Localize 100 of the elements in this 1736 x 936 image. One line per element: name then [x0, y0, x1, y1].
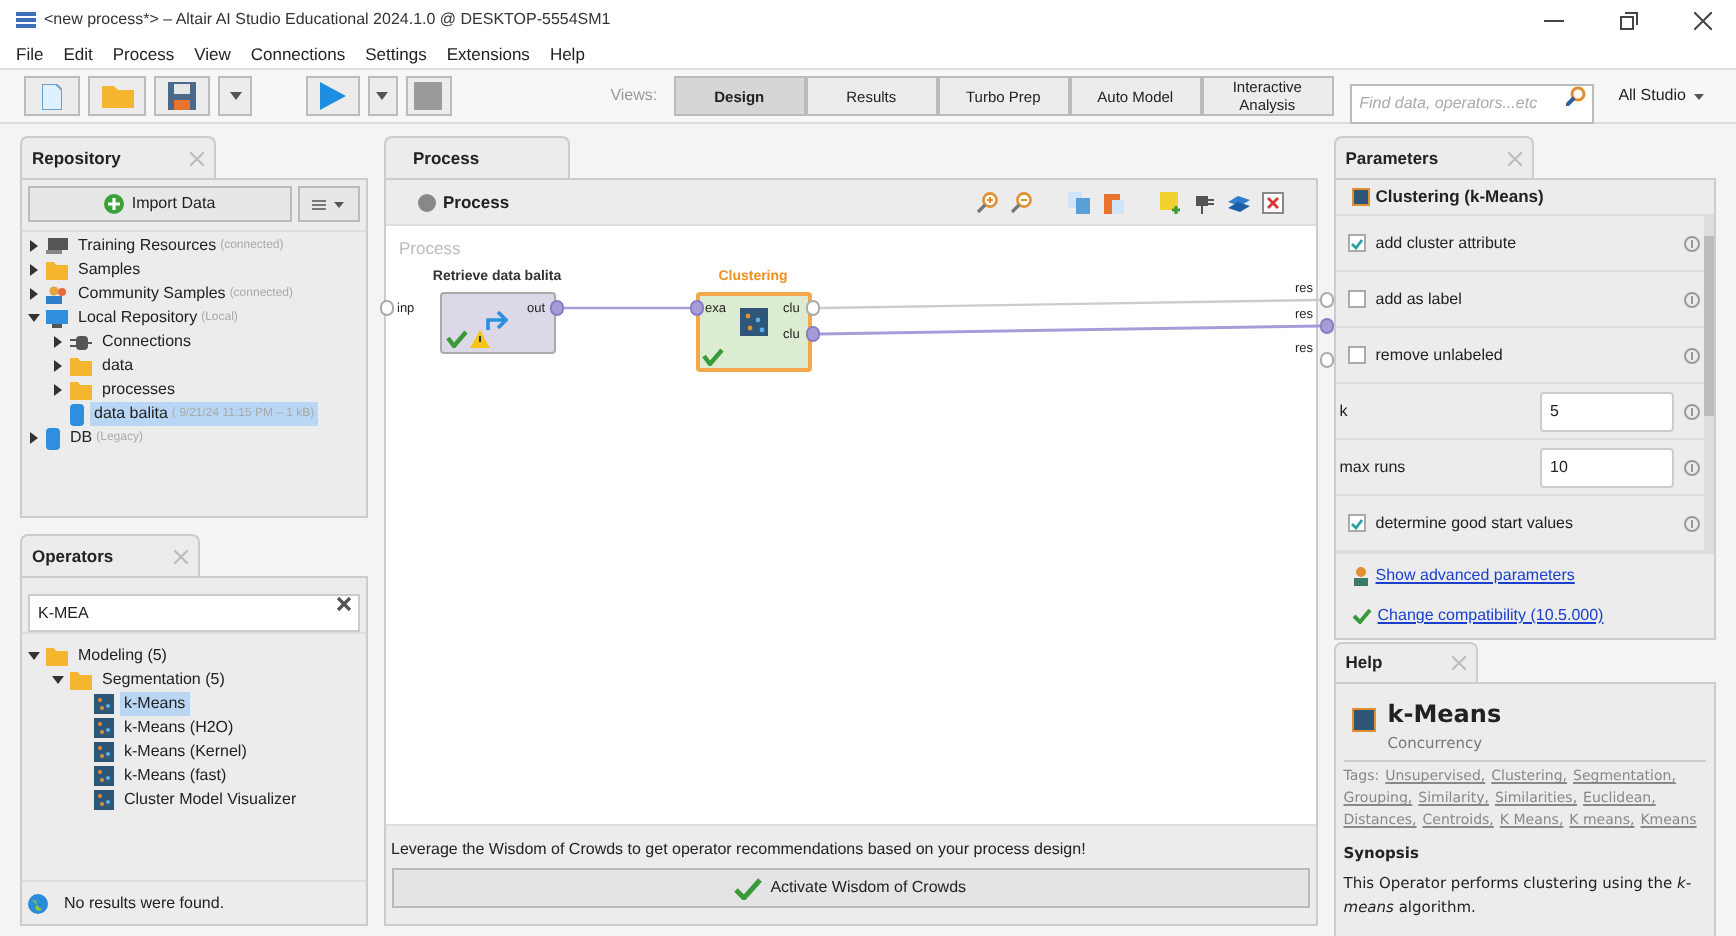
minimize-icon[interactable]	[1544, 19, 1564, 21]
process-tab[interactable]: Process	[383, 136, 569, 178]
menu-item[interactable]: Extensions	[446, 41, 530, 67]
tree-item-label[interactable]: data balita	[94, 402, 168, 426]
restore-icon[interactable]	[1620, 11, 1638, 29]
info-icon[interactable]	[1684, 459, 1700, 475]
menu-item[interactable]: View	[194, 41, 231, 67]
studio-dropdown[interactable]: All Studio	[1610, 76, 1712, 116]
sticky-note-icon[interactable]	[1159, 191, 1182, 213]
grid-icon[interactable]	[1261, 191, 1284, 213]
activate-wisdom-button[interactable]: Activate Wisdom of Crowds	[391, 868, 1310, 908]
info-icon[interactable]	[1684, 347, 1700, 363]
plus-icon	[103, 194, 124, 214]
import-data-button[interactable]: Import Data	[28, 186, 291, 222]
tree-item[interactable]: Segmentation (5)	[98, 668, 229, 692]
breadcrumb-link[interactable]: Process	[443, 189, 510, 215]
tree-item[interactable]: processes	[98, 378, 179, 402]
expand-arrow-icon[interactable]	[28, 288, 40, 300]
run-dropdown-button[interactable]	[367, 76, 398, 116]
help-tab[interactable]: Help	[1333, 642, 1478, 682]
advanced-parameters-link[interactable]: Show advanced parameters	[1375, 564, 1575, 588]
tree-item-label[interactable]: Local Repository	[78, 306, 198, 330]
tree-item[interactable]: data	[98, 354, 138, 378]
folder-icon	[46, 647, 68, 665]
expand-arrow-icon[interactable]	[52, 360, 64, 372]
scrollbar[interactable]	[1704, 216, 1714, 552]
paste-icon[interactable]	[1101, 191, 1124, 213]
parameters-tab[interactable]: Parameters	[1333, 136, 1534, 178]
expand-arrow-icon[interactable]	[52, 384, 64, 396]
caret-icon	[1693, 93, 1704, 99]
menu-item[interactable]: Connections	[250, 41, 346, 67]
number-field[interactable]: 10	[1540, 447, 1674, 487]
operator-node[interactable]	[439, 292, 555, 354]
menu-item[interactable]: Process	[112, 41, 175, 67]
scatter-icon	[739, 308, 767, 336]
info-icon[interactable]	[1684, 515, 1700, 531]
operator-search-field[interactable]: K-MEA	[28, 594, 359, 632]
checkbox[interactable]	[1347, 290, 1366, 308]
close-icon[interactable]	[1694, 11, 1712, 29]
port-icon[interactable]	[379, 300, 393, 316]
info-icon[interactable]	[1684, 403, 1700, 419]
expand-arrow-icon[interactable]	[28, 240, 40, 252]
collapse-arrow-icon[interactable]	[52, 674, 64, 686]
checkbox[interactable]	[1347, 346, 1366, 364]
parameter-label: add cluster attribute	[1375, 231, 1519, 255]
collapse-arrow-icon[interactable]	[28, 650, 40, 662]
check-icon	[734, 877, 763, 899]
expand-arrow-icon[interactable]	[52, 336, 64, 348]
tree-item-label[interactable]: DB	[70, 426, 93, 450]
tree-item[interactable]: k-Means	[120, 692, 190, 716]
parameter-label: max runs	[1339, 455, 1408, 479]
port-icon[interactable]	[1319, 318, 1333, 334]
tree-item[interactable]: k-Means (H2O)	[120, 716, 238, 740]
tree-item-label[interactable]: Training Resources	[78, 234, 217, 258]
compatibility-link[interactable]: Change compatibility (10.5.000)	[1377, 604, 1604, 628]
tree-item[interactable]: Connections	[98, 330, 195, 354]
folder-icon	[70, 381, 92, 399]
caret-icon	[334, 201, 344, 207]
port-icon[interactable]	[1319, 352, 1333, 368]
number-field[interactable]: 5	[1540, 391, 1674, 431]
tree-item-label[interactable]: Community Samples	[78, 282, 226, 306]
port-icon[interactable]	[689, 300, 703, 316]
caret-icon	[376, 92, 389, 100]
collapse-arrow-icon[interactable]	[28, 312, 40, 324]
menu-item[interactable]: Edit	[63, 41, 93, 67]
zoom-out-icon[interactable]	[1009, 191, 1032, 213]
save-button[interactable]	[153, 76, 211, 116]
repository-menu-button[interactable]	[297, 186, 359, 222]
checkbox[interactable]	[1347, 514, 1366, 532]
search-field[interactable]: Find data, operators...etc	[1349, 83, 1595, 123]
info-icon[interactable]	[1684, 291, 1700, 307]
tree-item[interactable]: k-Means (Kernel)	[120, 740, 251, 764]
operators-tab[interactable]: Operators	[20, 534, 200, 576]
tree-item[interactable]: Cluster Model Visualizer	[120, 788, 301, 812]
info-icon[interactable]	[1684, 235, 1700, 251]
app-icon	[16, 11, 36, 29]
port-icon[interactable]	[1319, 292, 1333, 308]
plug-icon[interactable]	[1193, 191, 1216, 213]
tree-item[interactable]: k-Means (fast)	[120, 764, 231, 788]
connection-wire	[563, 306, 689, 310]
save-dropdown-button[interactable]	[218, 76, 253, 116]
new-button[interactable]	[24, 76, 81, 116]
operator-icon	[94, 766, 114, 786]
menu-item[interactable]: File	[16, 41, 44, 67]
run-button[interactable]	[306, 76, 360, 116]
menu-item[interactable]: Help	[549, 41, 585, 67]
tree-item[interactable]: Samples	[74, 258, 145, 282]
zoom-in-icon[interactable]	[975, 191, 998, 213]
people-icon	[46, 285, 68, 303]
expand-arrow-icon[interactable]	[28, 432, 40, 444]
clear-icon[interactable]	[335, 596, 351, 612]
menu-item[interactable]: Settings	[365, 41, 427, 67]
checkbox[interactable]	[1347, 234, 1366, 252]
check-icon	[1351, 608, 1372, 624]
expand-arrow-icon[interactable]	[28, 264, 40, 276]
operator-icon	[94, 718, 114, 738]
tree-item[interactable]: Modeling (5)	[74, 644, 171, 668]
layers-icon[interactable]	[1227, 191, 1250, 213]
repository-tab[interactable]: Repository	[20, 136, 216, 178]
copy-icon[interactable]	[1067, 191, 1090, 213]
